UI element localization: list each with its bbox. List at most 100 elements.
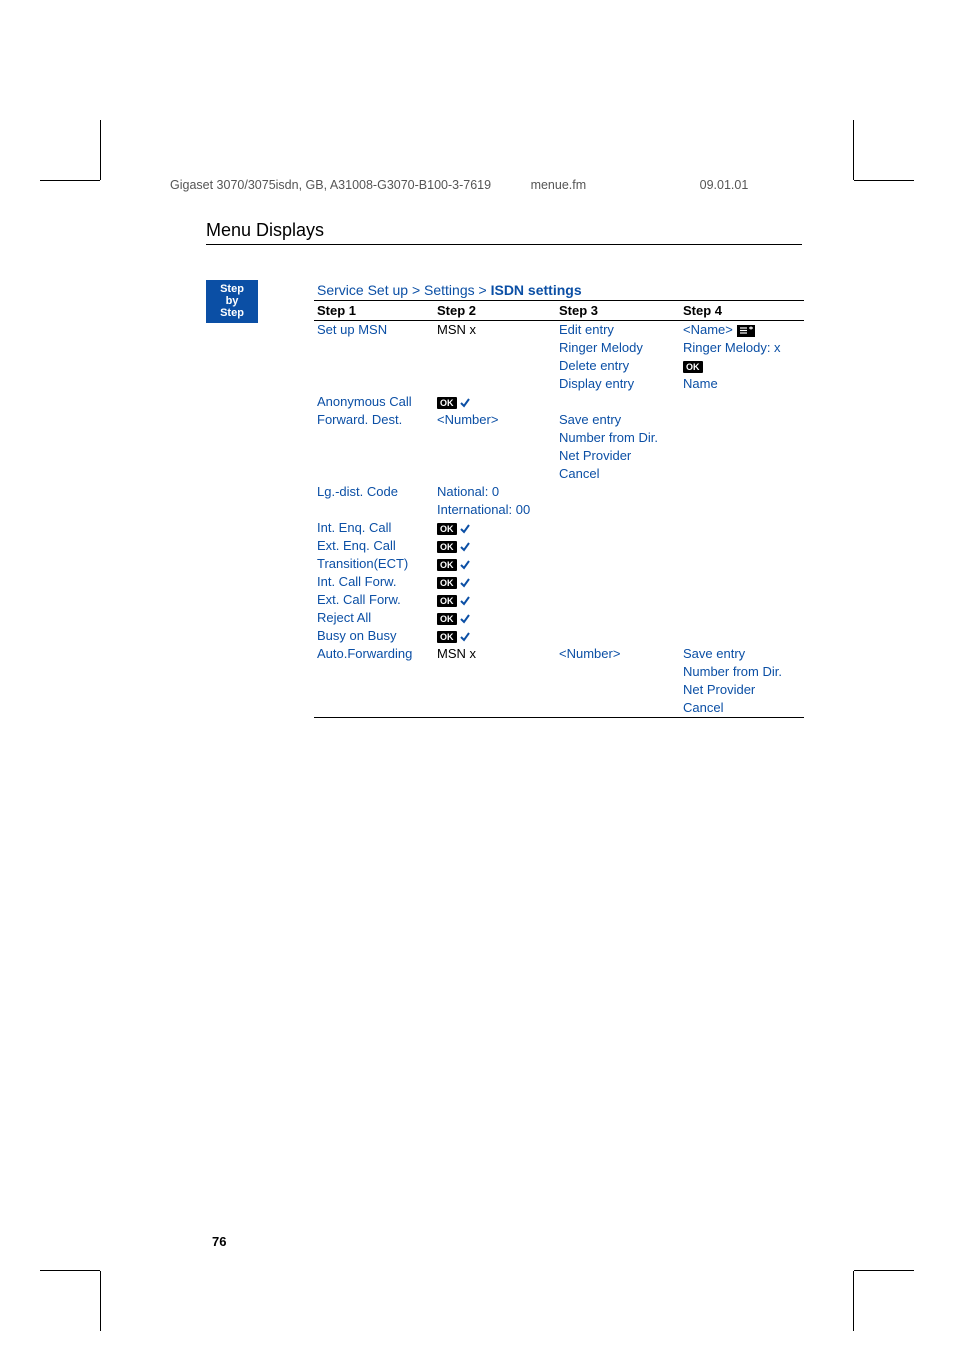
cell: OK [434, 537, 556, 555]
ok-icon: OK [437, 397, 457, 409]
check-icon [460, 595, 470, 607]
ok-icon: OK [437, 523, 457, 535]
header-line: Gigaset 3070/3075isdn, GB, A31008-G3070-… [170, 178, 748, 192]
cell: OK [434, 573, 556, 591]
ok-icon: OK [683, 361, 703, 373]
date: 09.01.01 [700, 178, 749, 192]
table-row: Busy on Busy OK [314, 627, 804, 645]
cell-text: <Name> [683, 322, 733, 337]
breadcrumb-sep: > [479, 282, 487, 298]
cell: OK [434, 591, 556, 609]
crop-mark [40, 180, 100, 181]
check-icon [460, 613, 470, 625]
cell: National: 0 [434, 483, 556, 501]
cell: Busy on Busy [314, 627, 434, 645]
ok-icon: OK [437, 577, 457, 589]
cell: Net Provider [556, 447, 680, 465]
cell: Int. Call Forw. [314, 573, 434, 591]
crop-mark [854, 1270, 914, 1271]
cell: Ringer Melody [556, 339, 680, 357]
table-row: Transition(ECT) OK [314, 555, 804, 573]
crop-mark [40, 1270, 100, 1271]
cell: OK [680, 357, 804, 375]
cell: OK [434, 519, 556, 537]
check-icon [460, 523, 470, 535]
crop-mark [100, 1271, 101, 1331]
step-tab-line3: Step [206, 307, 258, 319]
cell: Ext. Enq. Call [314, 537, 434, 555]
col-step4: Step 4 [680, 300, 804, 320]
cell: Anonymous Call [314, 393, 434, 411]
ok-icon: OK [437, 631, 457, 643]
cell: OK [434, 609, 556, 627]
table-row: Number from Dir. [314, 663, 804, 681]
check-icon [460, 397, 470, 409]
page: Gigaset 3070/3075isdn, GB, A31008-G3070-… [0, 0, 954, 1351]
table-row: Ext. Call Forw. OK [314, 591, 804, 609]
step-tab-line2: by [206, 295, 258, 307]
cell: Delete entry [556, 357, 680, 375]
ok-icon: OK [437, 559, 457, 571]
crop-mark [853, 120, 854, 180]
cell: Ringer Melody: x [680, 339, 804, 357]
check-icon [460, 631, 470, 643]
cell: Auto.Forwarding [314, 645, 434, 663]
cell: MSN x [434, 645, 556, 663]
cell: Int. Enq. Call [314, 519, 434, 537]
table-row: Net Provider [314, 447, 804, 465]
breadcrumb-sep: > [412, 282, 420, 298]
filename: menue.fm [531, 178, 587, 192]
table-row: Ringer Melody Ringer Melody: x [314, 339, 804, 357]
table-row: International: 00 [314, 501, 804, 519]
page-number: 76 [212, 1234, 226, 1249]
cell: OK [434, 555, 556, 573]
cell: OK [434, 627, 556, 645]
breadcrumb-c: ISDN settings [491, 282, 582, 298]
table-row: Ext. Enq. Call OK [314, 537, 804, 555]
crop-mark [854, 180, 914, 181]
cell: Set up MSN [314, 320, 434, 339]
col-step3: Step 3 [556, 300, 680, 320]
crop-mark [853, 1271, 854, 1331]
cell: Number from Dir. [556, 429, 680, 447]
col-step1: Step 1 [314, 300, 434, 320]
check-icon [460, 559, 470, 571]
breadcrumb: Service Set up > Settings > ISDN setting… [314, 280, 804, 300]
doc-ref: Gigaset 3070/3075isdn, GB, A31008-G3070-… [170, 178, 491, 192]
cell: Save entry [556, 411, 680, 429]
cell: <Number> [556, 645, 680, 663]
table-row: Int. Enq. Call OK [314, 519, 804, 537]
cell: Forward. Dest. [314, 411, 434, 429]
table-row: Cancel [314, 699, 804, 718]
cell: Ext. Call Forw. [314, 591, 434, 609]
breadcrumb-a: Service Set up [317, 282, 408, 298]
crop-mark [100, 120, 101, 180]
cell: Edit entry [556, 320, 680, 339]
menu-table: Service Set up > Settings > ISDN setting… [314, 280, 804, 718]
cell: <Number> [434, 411, 556, 429]
step-tab-line1: Step [206, 283, 258, 295]
check-icon [460, 577, 470, 589]
cell: Lg.-dist. Code [314, 483, 434, 501]
cell: MSN x [434, 320, 556, 339]
table-row: Display entry Name [314, 375, 804, 393]
table-row: Auto.Forwarding MSN x <Number> Save entr… [314, 645, 804, 663]
phonebook-icon [737, 325, 755, 337]
cell: <Name> [680, 320, 804, 339]
check-icon [460, 541, 470, 553]
ok-icon: OK [437, 595, 457, 607]
table-row: Anonymous Call OK [314, 393, 804, 411]
table-row: Net Provider [314, 681, 804, 699]
table-row: Reject All OK [314, 609, 804, 627]
cell: Transition(ECT) [314, 555, 434, 573]
cell: Number from Dir. [680, 663, 804, 681]
ok-icon: OK [437, 541, 457, 553]
step-by-step-tab: Step by Step [206, 280, 258, 323]
cell: International: 00 [434, 501, 556, 519]
col-step2: Step 2 [434, 300, 556, 320]
cell: Name [680, 375, 804, 393]
table-row: Delete entry OK [314, 357, 804, 375]
table-header-row: Step 1 Step 2 Step 3 Step 4 [314, 300, 804, 320]
ok-icon: OK [437, 613, 457, 625]
breadcrumb-b: Settings [424, 282, 475, 298]
